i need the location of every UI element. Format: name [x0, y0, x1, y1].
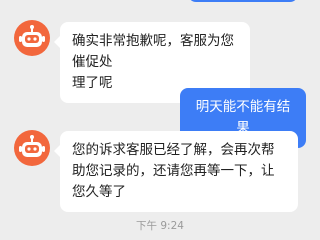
agent-message: 您的诉求客服已经了解，会再次帮 助您记录的，还请您再等一下，让 您久等了 — [54, 131, 298, 212]
robot-avatar-icon[interactable] — [14, 20, 50, 56]
chat-window: 确实非常抱歉呢，客服为您催促处 理了呢 明天能不能有结果 您的诉求客服已经了解，… — [0, 0, 320, 240]
timestamp: 下午 9:24 — [136, 220, 184, 232]
robot-avatar-icon[interactable] — [14, 130, 50, 166]
previous-user-bubble-edge — [188, 0, 298, 2]
